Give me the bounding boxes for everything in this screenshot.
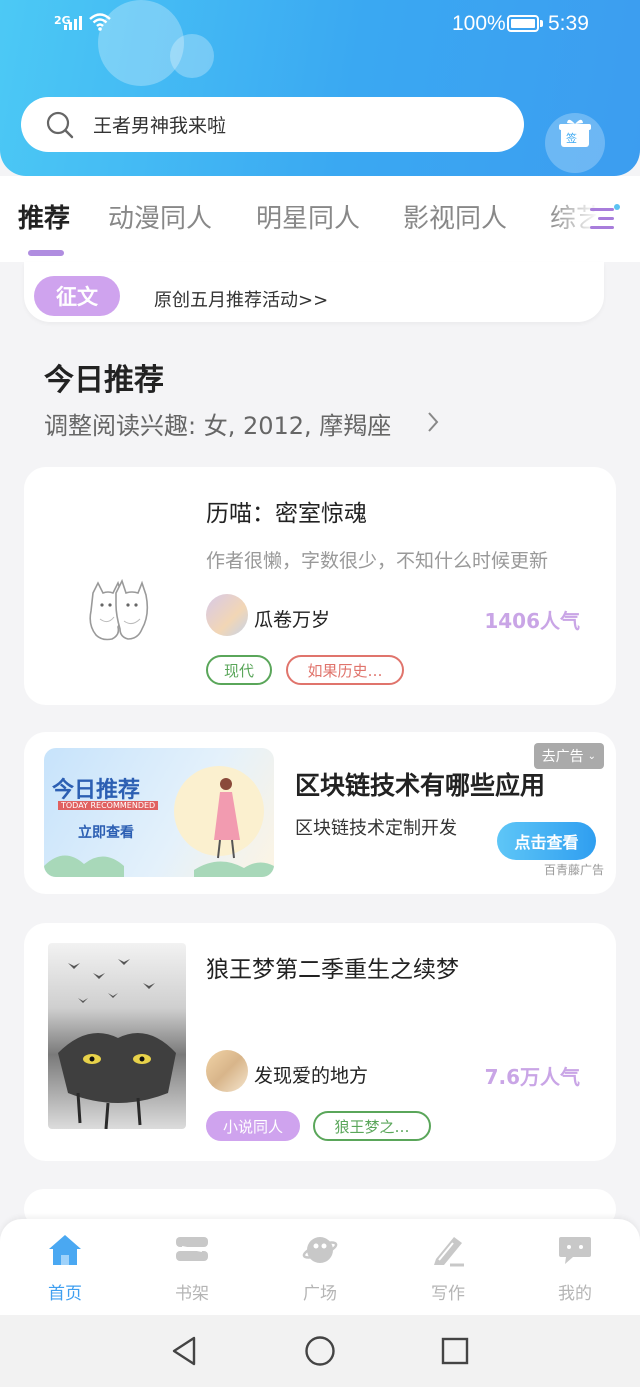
ad-desc: 区块链技术定制开发 — [295, 818, 457, 839]
checkin-button[interactable]: 签 — [545, 113, 605, 173]
book-cover — [48, 943, 186, 1129]
nav-mine[interactable]: 我的 — [535, 1233, 615, 1304]
book-tag[interactable]: 小说同人 — [206, 1111, 300, 1141]
contest-badge: 征文 — [34, 276, 120, 316]
book-tag[interactable]: 狼王梦之… — [313, 1111, 431, 1141]
nav-write-label: 写作 — [431, 1284, 465, 1304]
avatar — [206, 594, 248, 636]
remove-ad-label: 去广告 — [541, 749, 584, 765]
book-tag[interactable]: 如果历史… — [286, 655, 404, 685]
tab-film[interactable]: 影视同人 — [403, 198, 507, 235]
nav-square-label: 广场 — [303, 1284, 337, 1304]
section-title: 今日推荐 — [44, 363, 164, 398]
nav-home[interactable]: 首页 — [25, 1233, 105, 1304]
remove-ad-button[interactable]: 去广告 ⌄ — [533, 743, 604, 769]
book-desc: 作者很懒，字数很少，不知什么时候更新 — [206, 550, 549, 572]
bottom-nav: 首页 书架 广场 写作 我的 — [0, 1219, 640, 1315]
category-menu-icon[interactable] — [590, 204, 620, 232]
wifi-icon — [89, 13, 111, 31]
status-bar: 2G 100% 5:39 — [0, 10, 640, 40]
book-card[interactable]: 狼王梦第二季重生之续梦 发现爱的地方 7.6万人气 小说同人 狼王梦之… — [24, 923, 616, 1161]
ad-view-button[interactable]: 点击查看 — [497, 822, 596, 860]
tab-celebrity[interactable]: 明星同人 — [256, 198, 360, 235]
reading-interest-link[interactable]: 调整阅读兴趣: 女, 2012, 摩羯座 — [44, 406, 391, 441]
search-placeholder: 王者男神我来啦 — [93, 115, 227, 137]
system-nav-bar — [0, 1315, 640, 1387]
back-icon[interactable] — [170, 1335, 198, 1367]
nav-square[interactable]: 广场 — [280, 1233, 360, 1304]
planet-icon — [302, 1237, 338, 1263]
tab-anime[interactable]: 动漫同人 — [108, 198, 212, 235]
book-card[interactable]: 历喵：密室惊魂 作者很懒，字数很少，不知什么时候更新 瓜卷万岁 1406人气 现… — [24, 467, 616, 705]
recents-icon[interactable] — [441, 1337, 469, 1365]
ad-image-en: TODAY RECOMMENDED — [58, 801, 159, 810]
app-header: 2G 100% 5:39 王者男神我来啦 签 — [0, 0, 640, 176]
category-tabs: 推荐 动漫同人 明星同人 影视同人 综艺 — [0, 176, 640, 262]
battery-icon — [507, 15, 539, 32]
tab-recommend[interactable]: 推荐 — [18, 198, 70, 235]
ad-image-title: 今日推荐 — [52, 778, 141, 803]
popularity: 1406人气 — [484, 609, 580, 633]
event-notice[interactable]: 征文 原创五月推荐活动>> — [24, 262, 604, 322]
nav-write[interactable]: 写作 — [408, 1233, 488, 1304]
search-icon — [46, 111, 74, 138]
ad-source: 百青藤广告 — [543, 863, 604, 877]
nav-home-label: 首页 — [48, 1284, 82, 1304]
notice-text: 原创五月推荐活动>> — [154, 290, 329, 311]
book-title: 狼王梦第二季重生之续梦 — [206, 957, 459, 983]
battery-percent: 100% — [452, 12, 506, 35]
avatar — [206, 1050, 248, 1092]
clock: 5:39 — [548, 12, 589, 35]
pen-icon — [434, 1237, 464, 1267]
home-icon — [49, 1235, 81, 1265]
nav-mine-label: 我的 — [558, 1284, 592, 1304]
author-name: 发现爱的地方 — [254, 1065, 369, 1087]
chevron-down-icon: ⌄ — [587, 750, 596, 762]
book-title: 历喵：密室惊魂 — [206, 501, 367, 527]
chevron-right-icon — [428, 412, 439, 432]
signal-icon — [64, 16, 82, 30]
home-button-icon[interactable] — [304, 1335, 336, 1367]
author-name: 瓜卷万岁 — [254, 609, 331, 631]
bookshelf-icon — [176, 1237, 208, 1261]
search-bar[interactable]: 王者男神我来啦 — [21, 97, 524, 152]
nav-bookshelf-label: 书架 — [175, 1284, 209, 1304]
popularity: 7.6万人气 — [484, 1065, 580, 1089]
active-tab-indicator — [28, 250, 64, 256]
ad-image: 今日推荐 TODAY RECOMMENDED 立即查看 — [44, 748, 274, 877]
ad-card[interactable]: 今日推荐 TODAY RECOMMENDED 立即查看 区块链技术有哪些应用 区… — [24, 732, 616, 894]
nav-bookshelf[interactable]: 书架 — [152, 1233, 232, 1304]
chat-bubble-icon — [559, 1237, 591, 1264]
checkin-label: 签 — [566, 132, 577, 145]
ad-title: 区块链技术有哪些应用 — [295, 771, 546, 800]
book-cover — [58, 575, 188, 671]
book-tag[interactable]: 现代 — [206, 655, 272, 685]
